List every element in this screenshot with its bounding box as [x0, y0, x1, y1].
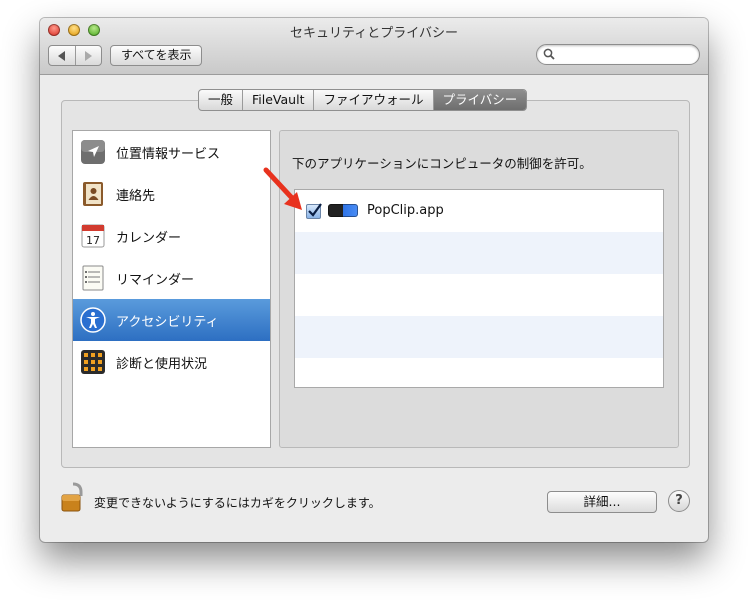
svg-text:17: 17: [86, 234, 100, 247]
tab-general[interactable]: 一般: [199, 90, 242, 110]
diagnostics-icon: [81, 350, 105, 374]
details-button[interactable]: 詳細...: [547, 491, 657, 513]
tab-filevault[interactable]: FileVault: [242, 90, 313, 110]
window-title: セキュリティとプライバシー: [290, 26, 458, 41]
preferences-window: セキュリティとプライバシー すべてを表示 一般 FileVault ファイアウォ…: [40, 18, 708, 542]
chevron-right-icon: [84, 50, 92, 61]
sidebar-item-label: 連絡先: [116, 189, 156, 204]
reminders-list-icon: [82, 265, 104, 291]
empty-row: [295, 274, 663, 316]
window-toolbar: セキュリティとプライバシー すべてを表示: [40, 18, 708, 75]
tab-firewall[interactable]: ファイアウォール: [313, 90, 432, 110]
popclip-app-icon: [328, 204, 358, 217]
search-icon: [543, 48, 555, 60]
app-enable-checkbox[interactable]: [306, 203, 322, 219]
sidebar-item-label: 位置情報サービス: [116, 147, 221, 162]
location-arrow-icon: [81, 140, 105, 164]
empty-row: [295, 358, 663, 387]
chevron-left-icon: [58, 50, 66, 61]
empty-row: [295, 316, 663, 358]
accessibility-icon: [80, 307, 106, 333]
tab-bar: 一般 FileVault ファイアウォール プライバシー: [198, 89, 528, 111]
checkmark-icon: [308, 203, 322, 217]
help-button[interactable]: ?: [668, 490, 690, 512]
sidebar-item-label: アクセシビリティ: [116, 315, 219, 330]
sidebar-item-location-services[interactable]: 位置情報サービス: [73, 131, 270, 173]
app-name: PopClip.app: [367, 203, 444, 218]
forward-button[interactable]: [74, 46, 102, 65]
red-arrow-icon: [263, 167, 302, 210]
privacy-category-list: 位置情報サービス 連絡先 17 カレンダー リマインダー アクセシビリティ 診断…: [72, 130, 271, 448]
sidebar-item-label: 診断と使用状況: [116, 357, 208, 372]
sidebar-item-calendar[interactable]: 17 カレンダー: [73, 215, 270, 257]
back-button[interactable]: [49, 46, 75, 65]
back-forward-control: [48, 45, 102, 66]
sidebar-item-diagnostics[interactable]: 診断と使用状況: [73, 341, 270, 383]
sidebar-item-accessibility[interactable]: アクセシビリティ: [73, 299, 270, 341]
sidebar-item-label: カレンダー: [116, 231, 182, 246]
lock-hint-text: 変更できないようにするにはカギをクリックします。: [94, 496, 381, 510]
sidebar-item-contacts[interactable]: 連絡先: [73, 173, 270, 215]
contacts-book-icon: [83, 182, 103, 206]
search-field[interactable]: [536, 44, 700, 65]
show-all-button[interactable]: すべてを表示: [110, 45, 203, 66]
sidebar-item-reminders[interactable]: リマインダー: [73, 257, 270, 299]
instruction-text: 下のアプリケーションにコンピュータの制御を許可。: [292, 156, 592, 171]
accessibility-panel: 下のアプリケーションにコンピュータの制御を許可。 PopClip.app: [279, 130, 679, 448]
tab-privacy[interactable]: プライバシー: [432, 90, 527, 110]
lock-icon[interactable]: [60, 480, 86, 514]
list-item[interactable]: PopClip.app: [295, 190, 663, 232]
empty-row: [295, 232, 663, 274]
app-list: PopClip.app: [294, 189, 664, 388]
calendar-icon: 17: [81, 224, 105, 248]
sidebar-item-label: リマインダー: [116, 273, 195, 288]
